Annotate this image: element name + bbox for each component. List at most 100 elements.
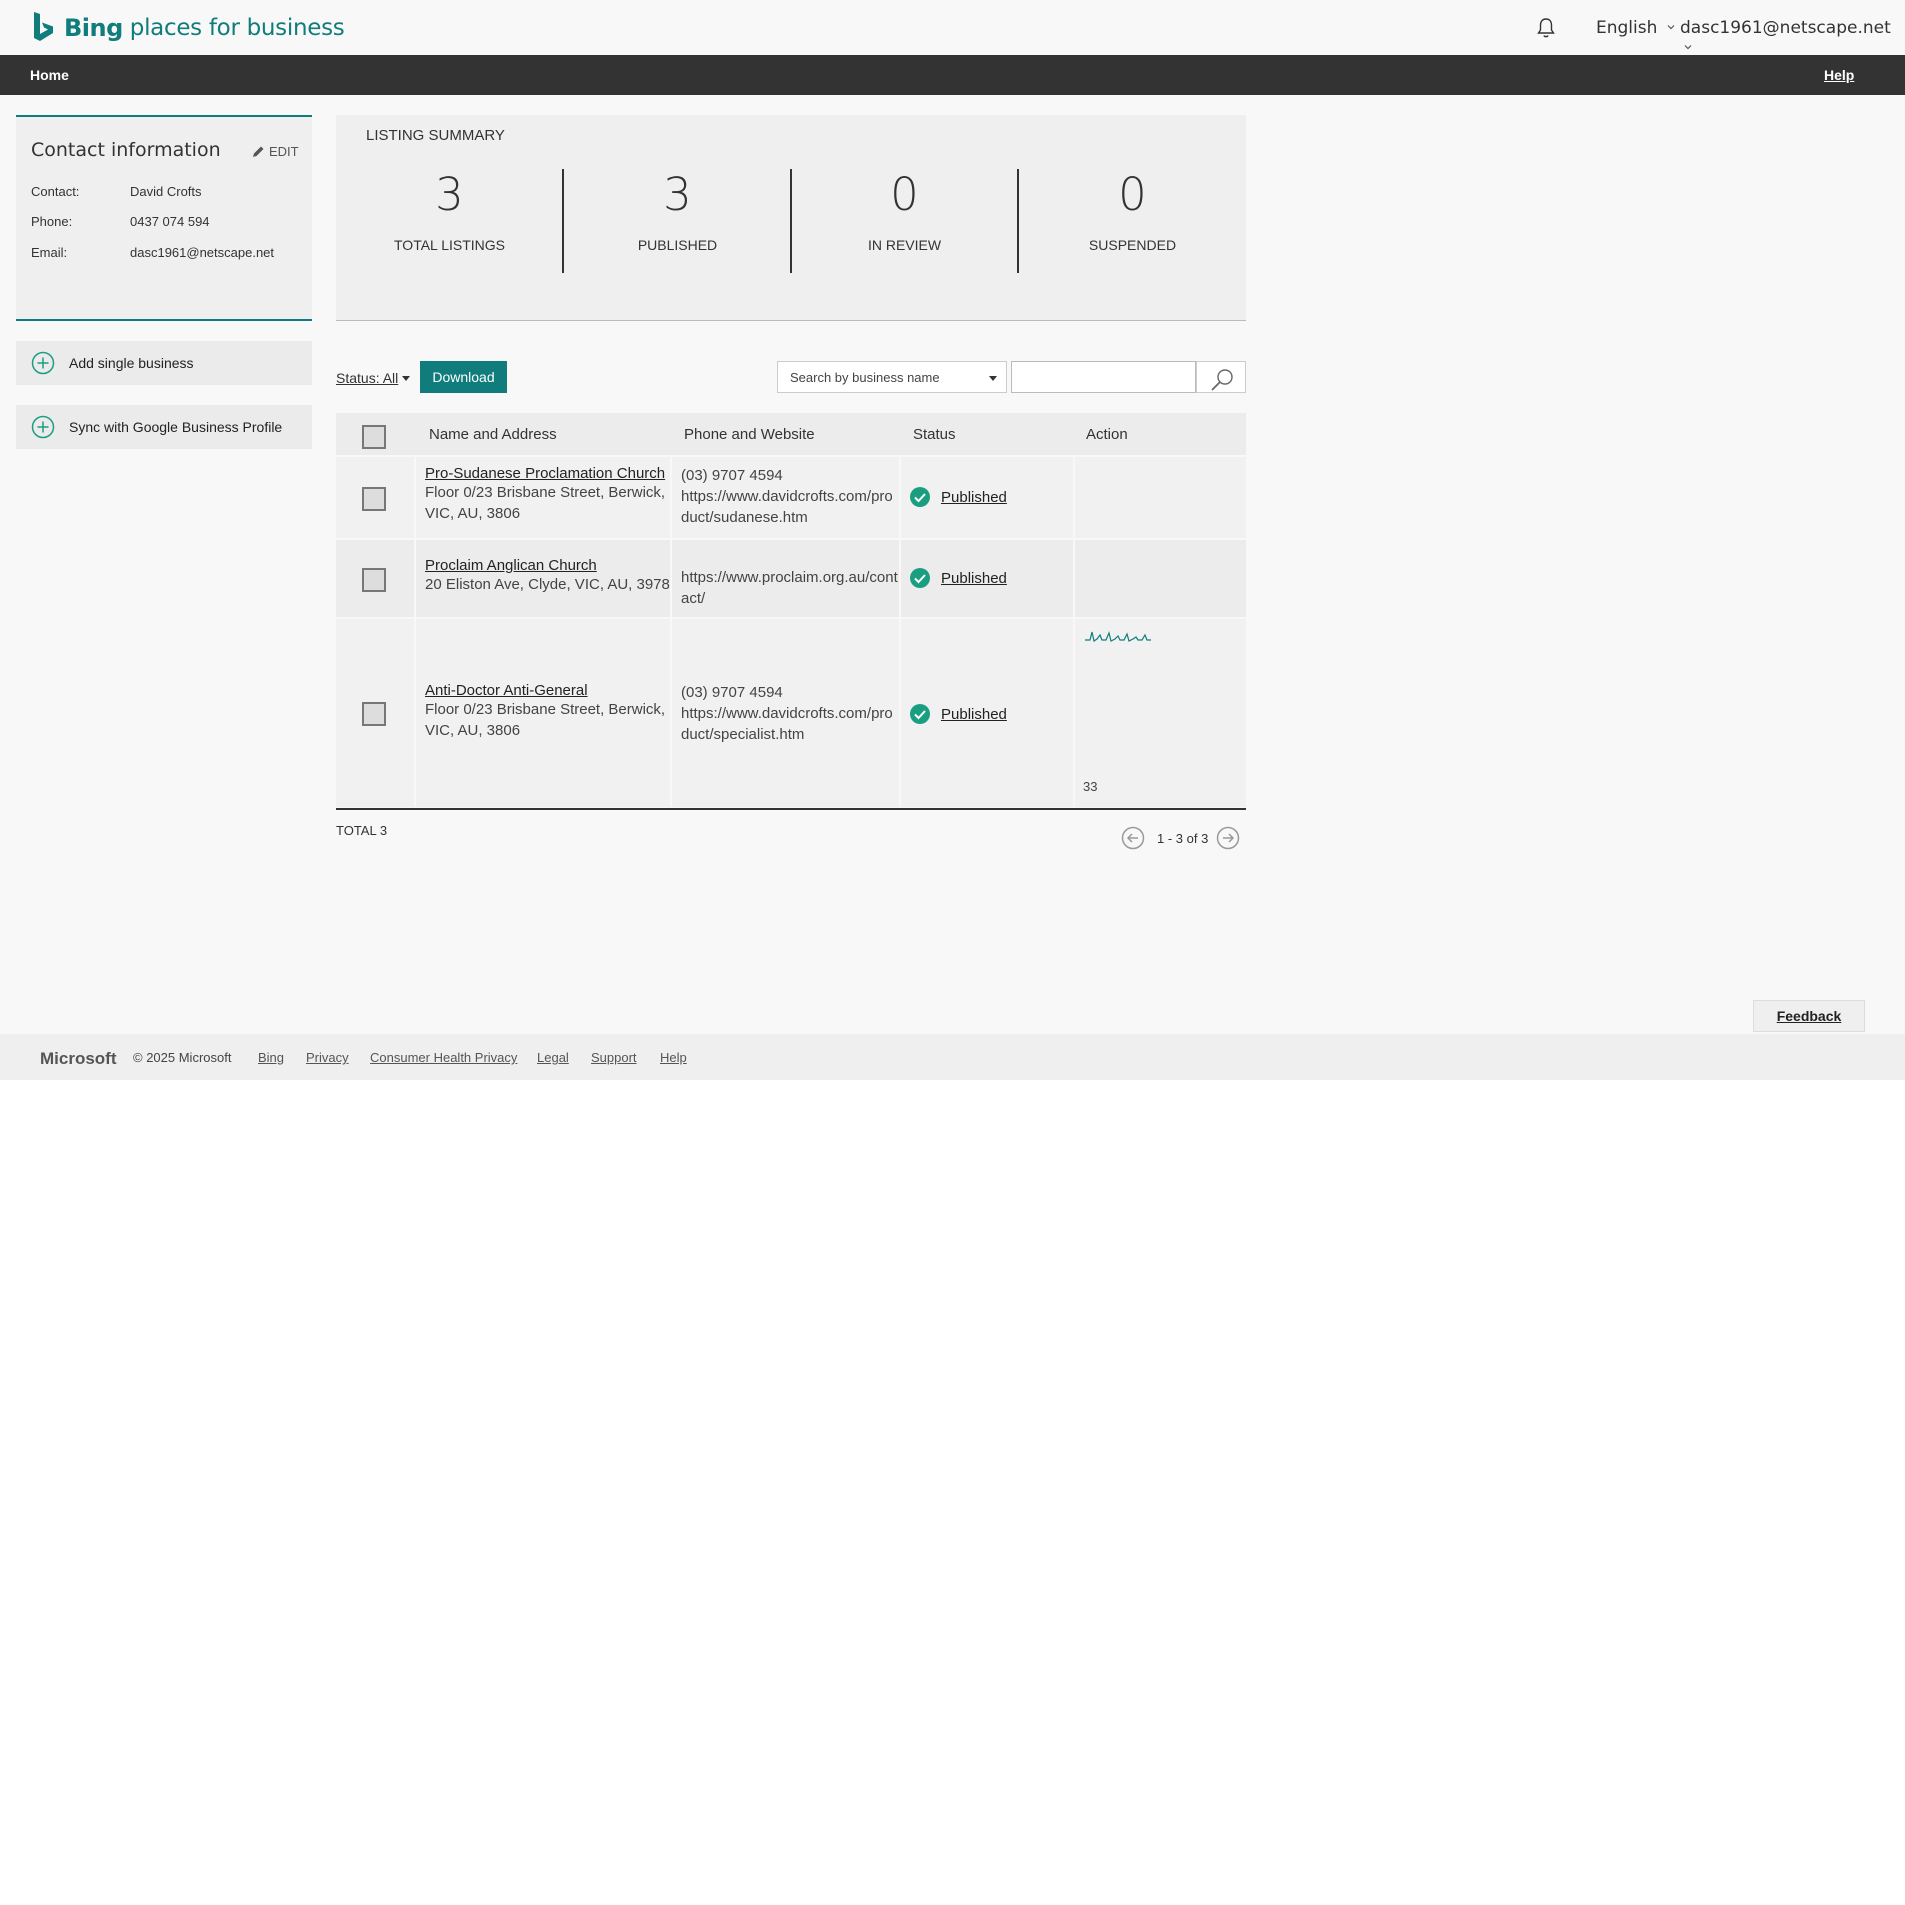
feedback-button[interactable]: Feedback — [1753, 1000, 1865, 1032]
stat-in-review[interactable]: 0 IN REVIEW — [791, 165, 1018, 253]
bing-logo-icon — [34, 12, 53, 41]
select-all-checkbox[interactable] — [362, 425, 386, 449]
table-row: Anti-Doctor Anti-General Floor 0/23 Bris… — [336, 619, 1246, 807]
check-circle-icon — [910, 704, 930, 724]
action-cell — [1075, 457, 1246, 538]
stat-value: 3 — [435, 168, 464, 221]
total-count: TOTAL 3 — [336, 823, 388, 838]
row-checkbox[interactable] — [362, 702, 386, 726]
loading-squiggle-icon — [1085, 631, 1151, 642]
account-email: dasc1961@netscape.net — [1680, 18, 1891, 38]
plus-circle-icon — [31, 415, 55, 439]
stat-published[interactable]: 3 PUBLISHED — [564, 165, 791, 253]
stat-total-listings[interactable]: 3 TOTAL LISTINGS — [336, 165, 563, 253]
table-row: Pro-Sudanese Proclamation Church Floor 0… — [336, 457, 1246, 538]
nav-help-link[interactable]: Help — [1824, 67, 1854, 83]
add-single-business-label: Add single business — [69, 355, 194, 371]
business-phone: (03) 9707 4594 — [681, 467, 783, 484]
contact-name: David Crofts — [130, 184, 202, 199]
stat-suspended[interactable]: 0 SUSPENDED — [1019, 165, 1246, 253]
chevron-down-icon — [1684, 45, 1692, 50]
sync-google-button[interactable]: Sync with Google Business Profile — [16, 405, 312, 449]
contact-information-card: Contact information EDIT Contact: David … — [16, 115, 312, 321]
listing-summary-title: LISTING SUMMARY — [366, 127, 505, 144]
search-field-select[interactable]: Search by business name — [777, 361, 1007, 393]
row-checkbox[interactable] — [362, 487, 386, 511]
plus-circle-icon — [31, 351, 55, 375]
bing-places-logo[interactable]: Bing places for business — [32, 11, 345, 45]
check-circle-icon — [910, 568, 930, 588]
listing-summary: LISTING SUMMARY 3 TOTAL LISTINGS 3 PUBLI… — [336, 115, 1246, 321]
stat-label: TOTAL LISTINGS — [394, 237, 505, 253]
status-cell: Published — [901, 619, 1073, 807]
notification-bell-icon[interactable] — [1536, 17, 1556, 39]
edit-contact-button[interactable]: EDIT — [252, 144, 299, 159]
microsoft-logo: Microsoft — [40, 1049, 117, 1068]
business-website: https://www.davidcrofts.com/product/spec… — [681, 705, 893, 743]
business-name-link[interactable]: Pro-Sudanese Proclamation Church — [425, 465, 670, 482]
footer-link-consumer-health-privacy[interactable]: Consumer Health Privacy — [370, 1050, 517, 1065]
table-row: Proclaim Anglican Church 20 Eliston Ave,… — [336, 540, 1246, 617]
phone-cell: https://www.proclaim.org.au/contact/ — [672, 540, 899, 617]
edit-label: EDIT — [269, 144, 299, 159]
footer-link-support[interactable]: Support — [591, 1050, 637, 1065]
action-cell: 33 — [1075, 619, 1246, 807]
chevron-down-icon — [1667, 25, 1675, 30]
copyright: © 2025 Microsoft — [133, 1050, 232, 1065]
stat-value: 3 — [663, 168, 692, 221]
status-link[interactable]: Published — [941, 706, 1007, 723]
business-name-link[interactable]: Proclaim Anglican Church — [425, 557, 670, 574]
footer-link-help[interactable]: Help — [660, 1050, 687, 1065]
pagination: 1 - 3 of 3 — [1121, 826, 1240, 850]
status-filter-dropdown[interactable]: Status: All — [336, 370, 411, 386]
column-header-action: Action — [1086, 426, 1128, 443]
business-address: 20 Eliston Ave, Clyde, VIC, AU, 3978 — [425, 576, 670, 593]
footer-link-legal[interactable]: Legal — [537, 1050, 569, 1065]
next-page-icon[interactable] — [1216, 826, 1240, 850]
footer-link-bing[interactable]: Bing — [258, 1050, 284, 1065]
pencil-icon — [253, 146, 264, 157]
language-selector[interactable]: English — [1596, 18, 1675, 38]
email-label: Email: — [31, 245, 68, 260]
sync-google-label: Sync with Google Business Profile — [69, 419, 283, 435]
name-cell: Anti-Doctor Anti-General Floor 0/23 Bris… — [416, 619, 670, 807]
checkbox-cell — [336, 457, 414, 538]
nav-home-link[interactable]: Home — [30, 67, 69, 83]
status-link[interactable]: Published — [941, 570, 1007, 587]
column-header-name[interactable]: Name and Address — [429, 426, 557, 443]
name-cell: Pro-Sudanese Proclamation Church Floor 0… — [416, 457, 670, 538]
action-cell — [1075, 540, 1246, 617]
action-count: 33 — [1083, 779, 1098, 794]
main-nav: Home Help — [0, 55, 1905, 95]
account-menu[interactable]: dasc1961@netscape.net — [1680, 18, 1905, 58]
footer: Microsoft © 2025 Microsoft Bing Privacy … — [0, 1034, 1905, 1080]
stat-label: IN REVIEW — [867, 237, 942, 253]
status-cell: Published — [901, 540, 1073, 617]
checkbox-cell — [336, 619, 414, 807]
search-field-selected: Search by business name — [790, 370, 940, 385]
column-header-phone[interactable]: Phone and Website — [684, 426, 815, 443]
business-website: https://www.davidcrofts.com/product/suda… — [681, 488, 893, 526]
search-icon — [1211, 369, 1233, 391]
search-input[interactable] — [1011, 361, 1196, 393]
stat-value: 0 — [1118, 168, 1147, 221]
status-link[interactable]: Published — [941, 489, 1007, 506]
column-header-status[interactable]: Status — [913, 426, 956, 443]
status-filter-label: Status: All — [336, 370, 399, 386]
previous-page-icon[interactable] — [1121, 826, 1145, 850]
footer-link-privacy[interactable]: Privacy — [306, 1050, 349, 1065]
stat-label: SUSPENDED — [1088, 237, 1177, 253]
contact-title: Contact information — [31, 139, 221, 161]
checkbox-cell — [336, 540, 414, 617]
status-published: Published — [909, 486, 1007, 508]
search-button[interactable] — [1196, 361, 1246, 393]
phone-cell: (03) 9707 4594 https://www.davidcrofts.c… — [672, 619, 899, 807]
add-single-business-button[interactable]: Add single business — [16, 341, 312, 385]
row-checkbox[interactable] — [362, 568, 386, 592]
caret-down-icon — [989, 376, 997, 381]
status-published: Published — [909, 567, 1007, 589]
download-button[interactable]: Download — [420, 361, 507, 393]
business-name-link[interactable]: Anti-Doctor Anti-General — [425, 682, 670, 699]
language-label: English — [1596, 18, 1658, 38]
business-address: Floor 0/23 Brisbane Street, Berwick, VIC… — [425, 701, 666, 739]
